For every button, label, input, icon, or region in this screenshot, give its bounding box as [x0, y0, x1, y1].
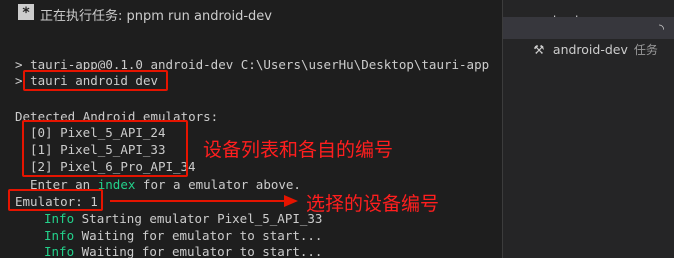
- prompt-chevron: >: [15, 73, 23, 88]
- task-header: * 正在执行任务: pnpm run android-dev: [0, 0, 502, 26]
- terminal-list-sidebar: ▭bash ⚒ android-dev 任务 ◝: [503, 0, 674, 258]
- emulator-list-highlight-box: [22, 120, 188, 177]
- task-asterisk-icon: *: [18, 4, 34, 21]
- info-text: Waiting for emulator to start...: [81, 228, 323, 243]
- emulator-list-annotation: 设备列表和各自的编号: [203, 139, 394, 161]
- info-text: Waiting for emulator to start...: [81, 244, 323, 258]
- info-line: Info Waiting for emulator to start...: [44, 244, 322, 258]
- sidebar-item-label: android-dev: [552, 42, 628, 57]
- info-text: Starting emulator Pixel_5_API_33: [81, 211, 323, 226]
- task-title: 正在执行任务: pnpm run android-dev: [40, 9, 272, 24]
- sidebar-item-bash[interactable]: ▭bash: [515, 0, 583, 28]
- info-tag: Info: [44, 211, 75, 226]
- info-line: Info Starting emulator Pixel_5_API_33: [44, 211, 322, 226]
- terminal-panel[interactable]: * 正在执行任务: pnpm run android-dev > tauri-a…: [0, 0, 502, 258]
- info-line: Info Waiting for emulator to start...: [44, 228, 322, 243]
- info-tag: Info: [44, 244, 75, 258]
- arrow-icon: [110, 195, 298, 207]
- loading-spinner-icon: ◝: [658, 22, 664, 37]
- sidebar-item-sub: 任务: [633, 43, 658, 57]
- info-tag: Info: [44, 228, 75, 243]
- selected-annotation: 选择的设备编号: [306, 193, 440, 215]
- prompt-chevron: >: [15, 57, 23, 72]
- sidebar-item-android-dev[interactable]: ⚒ android-dev 任务 ◝: [503, 17, 674, 57]
- tools-icon: ⚒: [533, 42, 545, 57]
- command-highlight-box: [23, 70, 168, 91]
- emulator-prompt-highlight-box: [8, 189, 103, 211]
